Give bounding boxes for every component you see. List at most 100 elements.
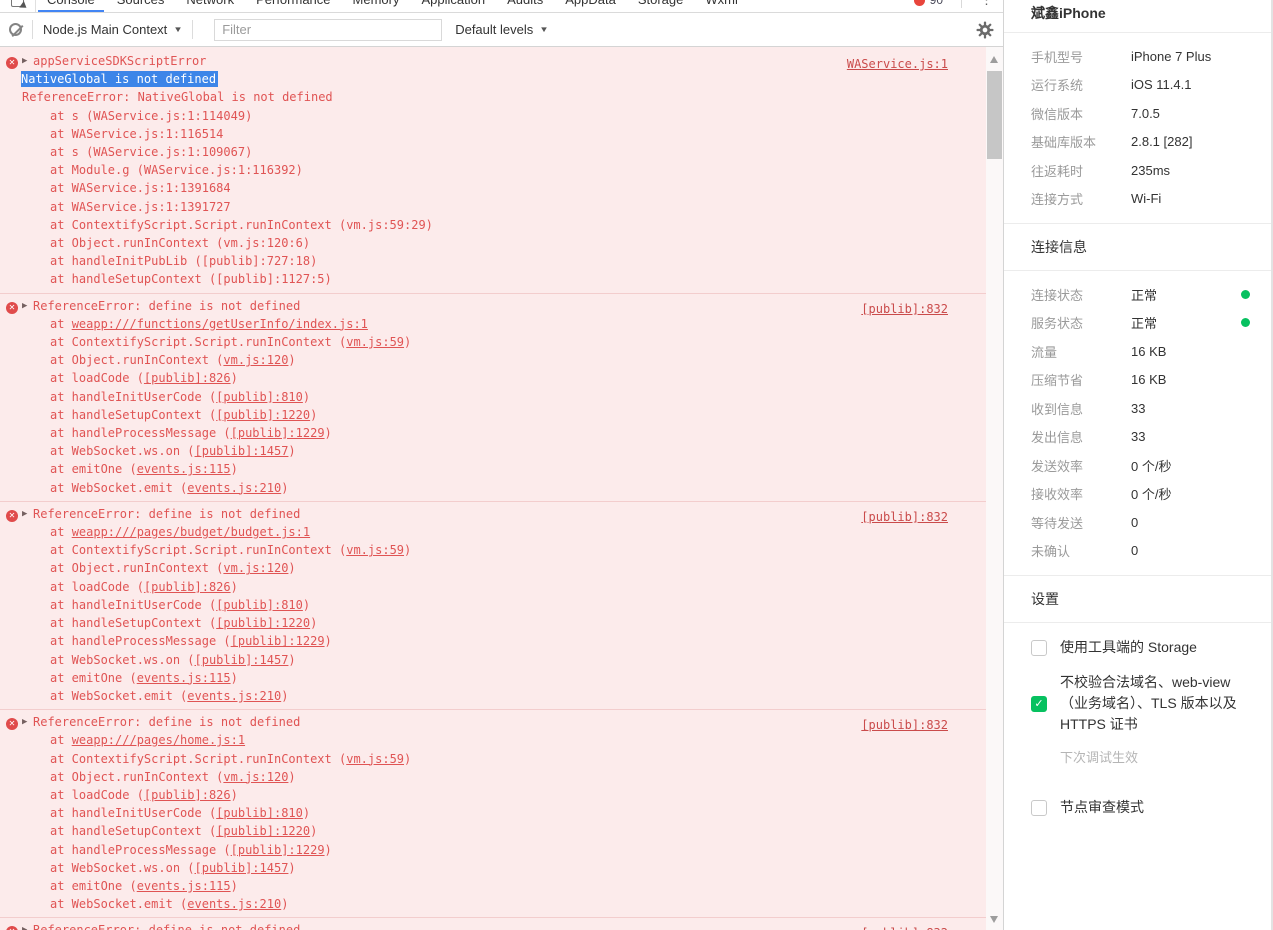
stack-text: ) <box>230 878 238 893</box>
stack-text: ) <box>230 462 238 477</box>
stack-text: ) <box>288 353 296 368</box>
device-name: 斌鑫iPhone <box>1031 5 1106 21</box>
source-link[interactable]: [publib]:832 <box>861 508 948 526</box>
stack-source-link[interactable]: [publib]:810 <box>216 390 303 404</box>
filter-input[interactable] <box>214 18 443 41</box>
stack-text: at handleInitPubLib ([publib]:727:18) <box>50 254 318 269</box>
settings-label[interactable]: 使用工具端的 Storage <box>1060 637 1197 658</box>
settings-label[interactable]: 不校验合法域名、web-view（业务域名）、TLS 版本以及 HTTPS 证书 <box>1060 672 1255 735</box>
stack-source-link[interactable]: [publib]:1229 <box>231 426 325 440</box>
source-link[interactable]: WAService.js:1 <box>847 55 948 73</box>
info-row: 运行系统 iOS 11.4.1 <box>1031 71 1255 100</box>
stack-source-link[interactable]: [publib]:1457 <box>195 653 289 667</box>
tab-network[interactable]: Network <box>175 0 245 12</box>
stack-source-link[interactable]: [publib]:1229 <box>231 843 325 857</box>
stack-source-link[interactable]: [publib]:1457 <box>195 444 289 458</box>
stack-source-link[interactable]: [publib]:1229 <box>231 634 325 648</box>
tab-appdata[interactable]: AppData <box>554 0 627 12</box>
tab-audits[interactable]: Audits <box>496 0 554 12</box>
stack-source-link[interactable]: events.js:115 <box>137 671 231 685</box>
source-link[interactable]: [publib]:832 <box>861 924 948 930</box>
stack-source-link[interactable]: vm.js:120 <box>223 353 288 367</box>
expand-triangle-icon[interactable]: ▶ <box>22 921 27 930</box>
tab-wxml[interactable]: Wxml <box>694 0 749 12</box>
stack-source-link[interactable]: [publib]:810 <box>216 806 303 820</box>
stack-source-link[interactable]: [publib]:826 <box>144 788 231 802</box>
stack-source-link[interactable]: vm.js:120 <box>223 561 288 575</box>
devtools-window: ConsoleSourcesNetworkPerformanceMemoryAp… <box>0 0 1273 930</box>
console-error-block: ✕ ▶ ReferenceError: define is not defined [… <box>0 502 986 711</box>
expand-triangle-icon[interactable]: ▶ <box>22 505 27 523</box>
stack-source-link[interactable]: weapp:///pages/budget/budget.js:1 <box>72 525 310 539</box>
stack-source-link[interactable]: vm.js:59 <box>346 752 404 766</box>
expand-triangle-icon[interactable]: ▶ <box>22 713 27 731</box>
console-scrollbar[interactable] <box>986 47 1003 930</box>
info-label: 往返耗时 <box>1031 163 1084 179</box>
stack-source-link[interactable]: [publib]:810 <box>216 598 303 612</box>
checkbox[interactable] <box>1031 639 1047 656</box>
error-title: ReferenceError: define is not defined <box>33 298 301 313</box>
error-icon: ✕ <box>6 926 18 930</box>
stack-source-link[interactable]: events.js:210 <box>187 897 281 911</box>
info-label: 等待发送 <box>1031 515 1084 531</box>
info-label: 压缩节省 <box>1031 373 1084 389</box>
tab-application[interactable]: Application <box>410 0 496 12</box>
tab-performance[interactable]: Performance <box>245 0 341 12</box>
tab-console[interactable]: Console <box>36 0 106 12</box>
stack-text: ) <box>230 787 238 802</box>
stack-source-link[interactable]: [publib]:1220 <box>216 408 310 422</box>
settings-label[interactable]: 节点审查模式 <box>1060 797 1144 818</box>
device-info-rows: 手机型号 iPhone 7 Plus 运行系统 iOS 11.4.1 微信版本 7.0.5… <box>1031 33 1255 223</box>
stack-source-link[interactable]: events.js:210 <box>187 689 281 703</box>
selected-text: NativeGlobal is not defined <box>21 71 219 88</box>
info-row: 接收效率 0 个/秒 <box>1031 480 1255 509</box>
stack-source-link[interactable]: [publib]:1457 <box>195 861 289 875</box>
stack-source-link[interactable]: vm.js:59 <box>346 335 404 349</box>
error-header: ✕ ▶ ReferenceError: define is not defined [… <box>0 921 986 930</box>
console-line: at handleInitPubLib ([publib]:727:18) <box>0 252 986 270</box>
stack-text: at handleInitUserCode ( <box>50 806 217 821</box>
stack-text: ) <box>230 371 238 386</box>
expand-triangle-icon[interactable]: ▶ <box>22 52 27 70</box>
checkbox[interactable] <box>1031 799 1047 816</box>
source-link[interactable]: [publib]:832 <box>861 716 948 734</box>
stack-source-link[interactable]: [publib]:826 <box>144 580 231 594</box>
scroll-up-icon[interactable] <box>990 56 998 63</box>
tab-storage[interactable]: Storage <box>627 0 695 12</box>
stack-source-link[interactable]: events.js:210 <box>187 481 281 495</box>
tab-sources[interactable]: Sources <box>106 0 176 12</box>
stack-source-link[interactable]: [publib]:1220 <box>216 616 310 630</box>
tab-memory[interactable]: Memory <box>342 0 411 12</box>
info-label: 手机型号 <box>1031 49 1084 65</box>
stack-source-link[interactable]: [publib]:826 <box>144 371 231 385</box>
info-label: 连接状态 <box>1031 287 1084 303</box>
scrollbar-thumb[interactable] <box>987 71 1002 159</box>
scroll-down-icon[interactable] <box>990 916 998 923</box>
stack-text: ) <box>288 561 296 576</box>
console-error-block: ✕ ▶ ReferenceError: define is not defined [… <box>0 294 986 502</box>
gear-icon[interactable] <box>976 21 994 39</box>
source-link[interactable]: [publib]:832 <box>861 300 948 318</box>
log-levels-selector[interactable]: Default levels ▼ <box>455 22 549 37</box>
console-line: at WebSocket.emit (events.js:210) <box>0 895 986 913</box>
stack-source-link[interactable]: vm.js:59 <box>346 543 404 557</box>
error-count-badge[interactable]: 90 <box>913 0 953 7</box>
stack-source-link[interactable]: [publib]:1220 <box>216 824 310 838</box>
stack-source-link[interactable]: events.js:115 <box>137 879 231 893</box>
console-line: at ContextifyScript.Script.runInContext … <box>0 541 986 559</box>
more-menu-icon[interactable]: ⋮ <box>970 0 1003 8</box>
stack-source-link[interactable]: weapp:///pages/home.js:1 <box>72 733 245 747</box>
stack-source-link[interactable]: weapp:///functions/getUserInfo/index.js:… <box>72 317 368 331</box>
inspect-element-button[interactable] <box>0 0 36 12</box>
info-label: 接收效率 <box>1031 487 1084 503</box>
console-error-block: ✕ ▶ ReferenceError: define is not defined [… <box>0 710 986 919</box>
context-selector[interactable]: Node.js Main Context ▼ <box>43 22 183 37</box>
error-icon: ✕ <box>6 57 18 69</box>
stack-text: at handleProcessMessage ( <box>50 426 231 441</box>
expand-triangle-icon[interactable]: ▶ <box>22 297 27 315</box>
clear-console-icon[interactable] <box>9 23 22 36</box>
stack-source-link[interactable]: events.js:115 <box>137 462 231 476</box>
stack-text: at <box>50 316 72 331</box>
stack-source-link[interactable]: vm.js:120 <box>223 770 288 784</box>
checkbox[interactable]: ✓ <box>1031 695 1047 712</box>
